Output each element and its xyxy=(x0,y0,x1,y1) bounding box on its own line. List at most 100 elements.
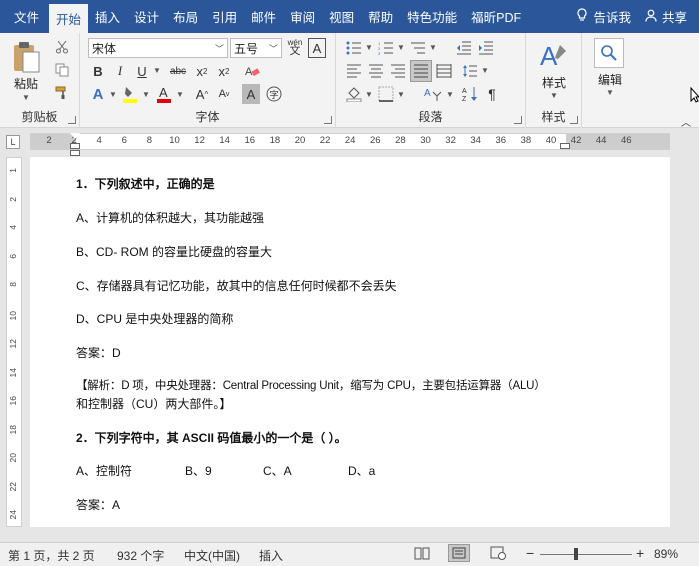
editing-dropdown[interactable]: ▼ xyxy=(606,88,614,97)
distributed-button[interactable] xyxy=(434,61,454,81)
character-border-button[interactable]: A xyxy=(308,38,326,58)
language-indicator[interactable]: 中文(中国) xyxy=(184,547,240,564)
character-shading-button[interactable]: A xyxy=(242,84,260,104)
clear-formatting-button[interactable]: A xyxy=(242,61,262,81)
grow-font-button[interactable]: A ^ xyxy=(192,84,212,104)
chinese-layout-button[interactable]: A xyxy=(422,84,444,104)
tab-insert[interactable]: 插入 xyxy=(88,0,127,33)
ruler-number: 18 xyxy=(269,135,281,146)
format-painter-button[interactable] xyxy=(52,83,72,103)
highlight-dropdown[interactable]: ▼ xyxy=(142,90,150,99)
copy-button[interactable] xyxy=(52,60,72,80)
text-effects-button[interactable]: A xyxy=(88,84,108,104)
horizontal-ruler[interactable]: 2 2 4 6 8 10 12 14 16 18 20 22 24 26 28 30 32 34 36 38 40 42 4… xyxy=(30,133,670,150)
vertical-ruler[interactable]: 1 2 4 6 8 10 12 14 16 18 20 22 24 xyxy=(6,157,22,527)
font-group-label: 字体 xyxy=(195,110,220,124)
styles-button[interactable]: A xyxy=(536,39,572,73)
question-1-option-b: B、CD- ROM 的容量比硬盘的容量大 xyxy=(76,245,272,259)
justify-button[interactable] xyxy=(410,60,432,82)
tab-references[interactable]: 引用 xyxy=(205,0,244,33)
font-color-button[interactable]: A xyxy=(154,84,174,104)
zoom-slider-track[interactable] xyxy=(540,554,632,555)
bullets-dropdown[interactable]: ▼ xyxy=(365,43,373,52)
tab-special-features[interactable]: 特色功能 xyxy=(400,0,464,33)
multilevel-list-button[interactable] xyxy=(408,38,428,58)
tab-view[interactable]: 视图 xyxy=(322,0,361,33)
ruler-number: 34 xyxy=(470,135,481,146)
left-indent-marker[interactable] xyxy=(70,150,80,156)
superscript-button[interactable]: x2 xyxy=(214,61,234,81)
font-color-dropdown[interactable]: ▼ xyxy=(176,90,184,99)
zoom-level[interactable]: 89% xyxy=(654,547,678,561)
tab-layout[interactable]: 布局 xyxy=(166,0,205,33)
hanging-indent-marker[interactable] xyxy=(70,143,80,149)
ruler-number: 24 xyxy=(344,135,356,146)
tab-help[interactable]: 帮助 xyxy=(361,0,400,33)
tab-foxit-pdf[interactable]: 福昕PDF xyxy=(464,0,528,33)
increase-indent-button[interactable] xyxy=(476,38,496,58)
paste-button[interactable] xyxy=(8,39,44,75)
underline-button[interactable]: U xyxy=(132,61,152,81)
borders-button[interactable] xyxy=(376,84,396,104)
italic-button[interactable]: I xyxy=(110,61,130,81)
enclose-characters-button[interactable]: 字 xyxy=(264,84,284,104)
styles-launcher[interactable] xyxy=(570,116,578,124)
zoom-in-button[interactable]: + xyxy=(636,545,644,561)
document-page[interactable]: 1．下列叙述中，正确的是 A、计算机的体积越大，其功能越强 B、CD- ROM … xyxy=(30,157,670,527)
read-mode-button[interactable] xyxy=(414,546,430,563)
first-line-indent-marker[interactable] xyxy=(70,133,80,139)
font-name-select[interactable]: 宋体 ﹀ xyxy=(88,38,228,58)
ruler-number: 16 xyxy=(244,135,256,146)
tab-design[interactable]: 设计 xyxy=(127,0,166,33)
shrink-font-button[interactable]: Av xyxy=(214,84,234,104)
show-marks-button[interactable]: ¶ xyxy=(482,84,502,104)
right-indent-marker[interactable] xyxy=(560,143,570,149)
web-layout-button[interactable] xyxy=(490,546,506,563)
bold-button[interactable]: B xyxy=(88,61,108,81)
shading-dropdown[interactable]: ▼ xyxy=(365,90,373,99)
shading-button[interactable] xyxy=(344,84,364,104)
align-left-button[interactable] xyxy=(344,61,364,81)
cut-button[interactable] xyxy=(52,37,72,57)
tab-home[interactable]: 开始 xyxy=(49,4,89,33)
sort-button[interactable]: AZ xyxy=(460,84,480,104)
align-center-button[interactable] xyxy=(366,61,386,81)
line-spacing-dropdown[interactable]: ▼ xyxy=(481,66,489,75)
strikethrough-button[interactable]: abc xyxy=(166,61,190,81)
paste-dropdown[interactable]: ▼ xyxy=(22,93,30,102)
tab-selector[interactable]: L xyxy=(6,135,20,149)
decrease-indent-button[interactable] xyxy=(454,38,474,58)
zoom-slider-thumb[interactable] xyxy=(574,548,578,560)
editing-button[interactable] xyxy=(594,38,624,68)
numbering-button[interactable]: 123 xyxy=(376,38,396,58)
chinese-layout-dropdown[interactable]: ▼ xyxy=(446,90,454,99)
styles-group: A 样式 ▼ 样式 xyxy=(526,33,582,128)
line-spacing-button[interactable] xyxy=(460,61,480,81)
paragraph-launcher[interactable] xyxy=(514,116,522,124)
tab-file[interactable]: 文件 xyxy=(0,0,49,33)
print-layout-button[interactable] xyxy=(448,544,470,562)
numbering-dropdown[interactable]: ▼ xyxy=(397,43,405,52)
underline-dropdown[interactable]: ▼ xyxy=(153,66,161,75)
bullets-button[interactable] xyxy=(344,38,364,58)
borders-dropdown[interactable]: ▼ xyxy=(397,90,405,99)
insert-mode-indicator[interactable]: 插入 xyxy=(259,547,283,564)
styles-dropdown[interactable]: ▼ xyxy=(550,91,558,100)
tab-review[interactable]: 审阅 xyxy=(283,0,322,33)
subscript-button[interactable]: x2 xyxy=(192,61,212,81)
phonetic-guide-button[interactable]: wén 文 xyxy=(285,37,305,57)
font-launcher[interactable] xyxy=(324,116,332,124)
align-right-button[interactable] xyxy=(388,61,408,81)
zoom-out-button[interactable]: − xyxy=(526,545,534,561)
highlight-button[interactable] xyxy=(120,84,140,104)
text-effects-dropdown[interactable]: ▼ xyxy=(109,90,117,99)
font-size-select[interactable]: 五号 ﹀ xyxy=(230,38,282,58)
highlighter-icon xyxy=(123,87,137,103)
page-count[interactable]: 第 1 页，共 2 页 xyxy=(8,547,95,564)
word-count[interactable]: 932 个字 xyxy=(117,547,164,564)
multilevel-dropdown[interactable]: ▼ xyxy=(429,43,437,52)
share-button[interactable]: 共享 xyxy=(638,0,699,33)
clipboard-launcher[interactable] xyxy=(68,116,76,124)
tell-me-button[interactable]: 告诉我 xyxy=(569,0,638,33)
tab-mailings[interactable]: 邮件 xyxy=(244,0,283,33)
